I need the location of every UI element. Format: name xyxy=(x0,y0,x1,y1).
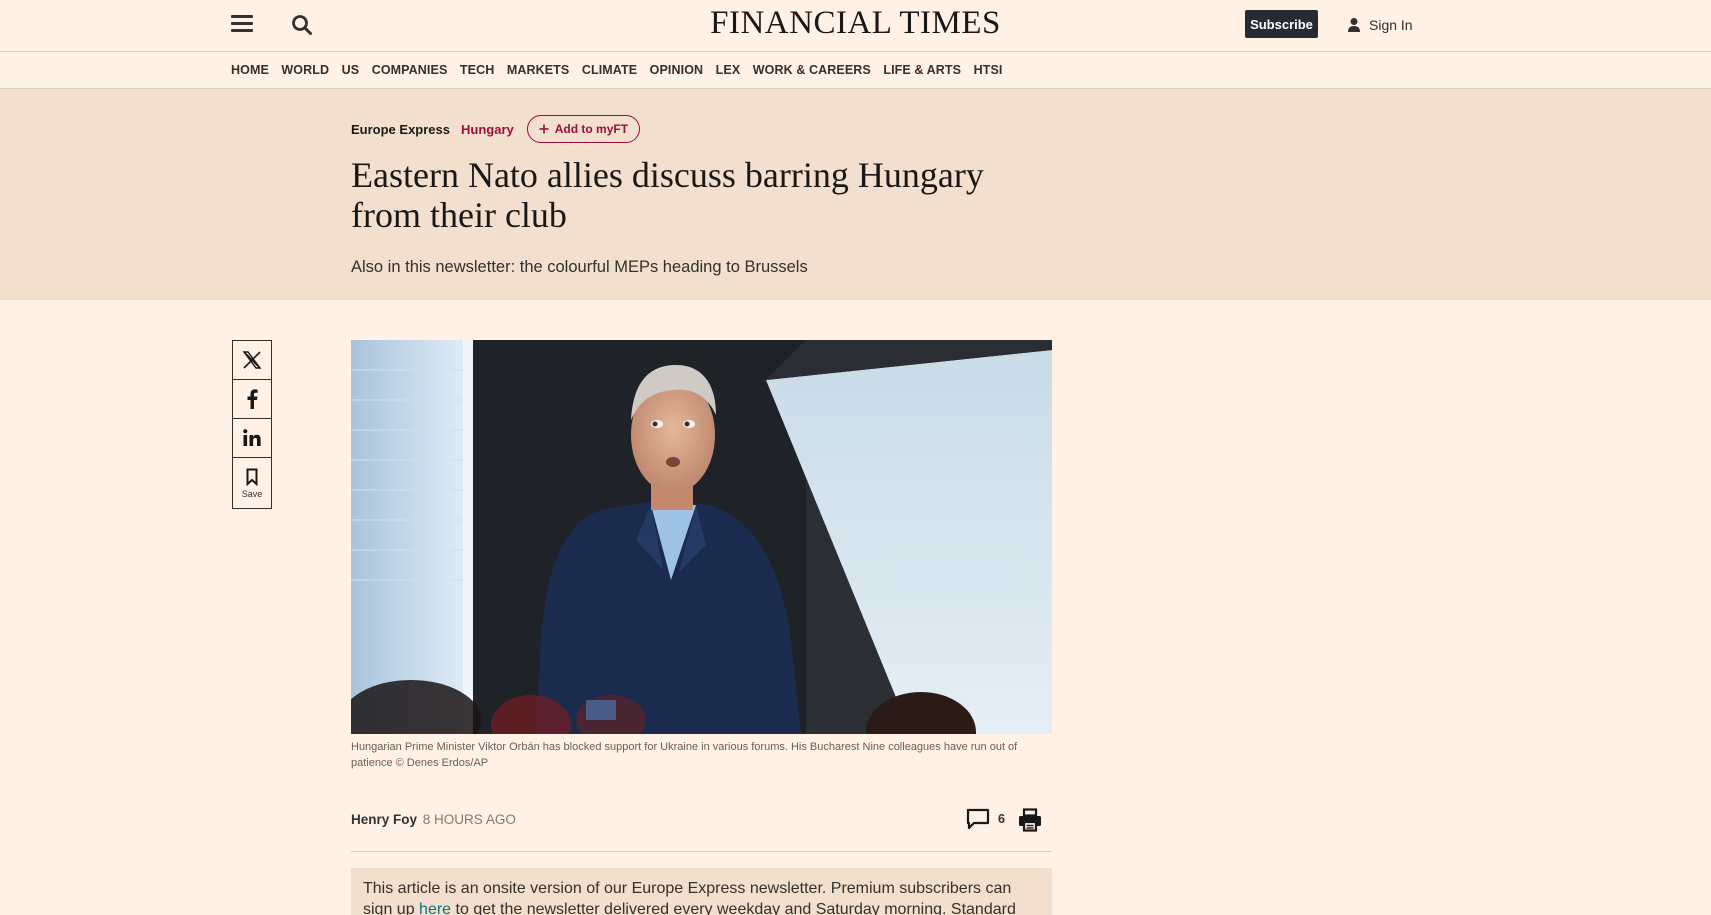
share-linkedin-button[interactable] xyxy=(233,419,271,458)
top-header: FINANCIAL TIMES Subscribe Sign In xyxy=(0,0,1711,52)
nav-item-climate[interactable]: CLIMATE xyxy=(582,63,637,77)
subscribe-button[interactable]: Subscribe xyxy=(1245,10,1318,38)
nav-item-opinion[interactable]: OPINION xyxy=(650,63,703,77)
nav-item-home[interactable]: HOME xyxy=(231,63,269,77)
share-facebook-button[interactable] xyxy=(233,380,271,419)
nav-item-tech[interactable]: TECH xyxy=(460,63,494,77)
nav-item-markets[interactable]: MARKETS xyxy=(507,63,570,77)
comments-button[interactable]: 6 xyxy=(966,808,1005,830)
nav-item-work-careers[interactable]: WORK & CAREERS xyxy=(753,63,871,77)
facebook-icon xyxy=(247,389,258,409)
ft-logo[interactable]: FINANCIAL TIMES xyxy=(0,5,1711,42)
article-main-image xyxy=(351,340,1052,734)
publish-time: 8 HOURS AGO xyxy=(422,812,516,827)
print-icon[interactable] xyxy=(1018,808,1042,837)
nav-item-us[interactable]: US xyxy=(342,63,360,77)
share-x-button[interactable] xyxy=(233,341,271,380)
share-toolbar: Save xyxy=(232,340,272,509)
article-tags: Europe Express Hungary Add to myFT xyxy=(351,115,641,143)
x-icon xyxy=(242,351,262,369)
add-to-myft-button[interactable]: Add to myFT xyxy=(526,115,641,143)
nav-item-lex[interactable]: LEX xyxy=(716,63,741,77)
article-hero: Europe Express Hungary Add to myFT Easte… xyxy=(0,89,1711,300)
article-standfirst: Also in this newsletter: the colourful M… xyxy=(351,258,808,276)
series-label[interactable]: Europe Express xyxy=(351,122,450,137)
newsletter-signup-link[interactable]: here xyxy=(419,901,451,915)
newsletter-notice: This article is an onsite version of our… xyxy=(351,868,1052,915)
byline: Henry Foy 8 HOURS AGO xyxy=(351,812,516,827)
comment-icon xyxy=(966,808,990,830)
sign-in-label: Sign In xyxy=(1369,17,1413,33)
user-icon xyxy=(1348,18,1360,32)
author-link[interactable]: Henry Foy xyxy=(351,812,417,827)
byline-divider xyxy=(351,851,1052,852)
image-caption: Hungarian Prime Minister Viktor Orbán ha… xyxy=(351,741,1018,769)
nav-item-companies[interactable]: COMPANIES xyxy=(372,63,448,77)
plus-icon xyxy=(539,124,549,134)
comment-count: 6 xyxy=(998,812,1005,826)
main-nav: HOME WORLD US COMPANIES TECH MARKETS CLI… xyxy=(0,52,1711,89)
save-article-button[interactable]: Save xyxy=(233,458,271,508)
sign-in-link[interactable]: Sign In xyxy=(1347,14,1413,36)
article-headline: Eastern Nato allies discuss barring Hung… xyxy=(351,155,984,235)
linkedin-icon xyxy=(243,429,261,446)
bookmark-icon xyxy=(246,468,258,486)
nav-item-htsi[interactable]: HTSI xyxy=(974,63,1003,77)
notice-text-2: to get the newsletter delivered every we… xyxy=(451,901,1016,915)
add-to-myft-label: Add to myFT xyxy=(554,122,629,136)
nav-item-life-arts[interactable]: LIFE & ARTS xyxy=(883,63,961,77)
nav-item-world[interactable]: WORLD xyxy=(281,63,329,77)
topic-link[interactable]: Hungary xyxy=(461,122,514,137)
save-label: Save xyxy=(241,488,263,499)
